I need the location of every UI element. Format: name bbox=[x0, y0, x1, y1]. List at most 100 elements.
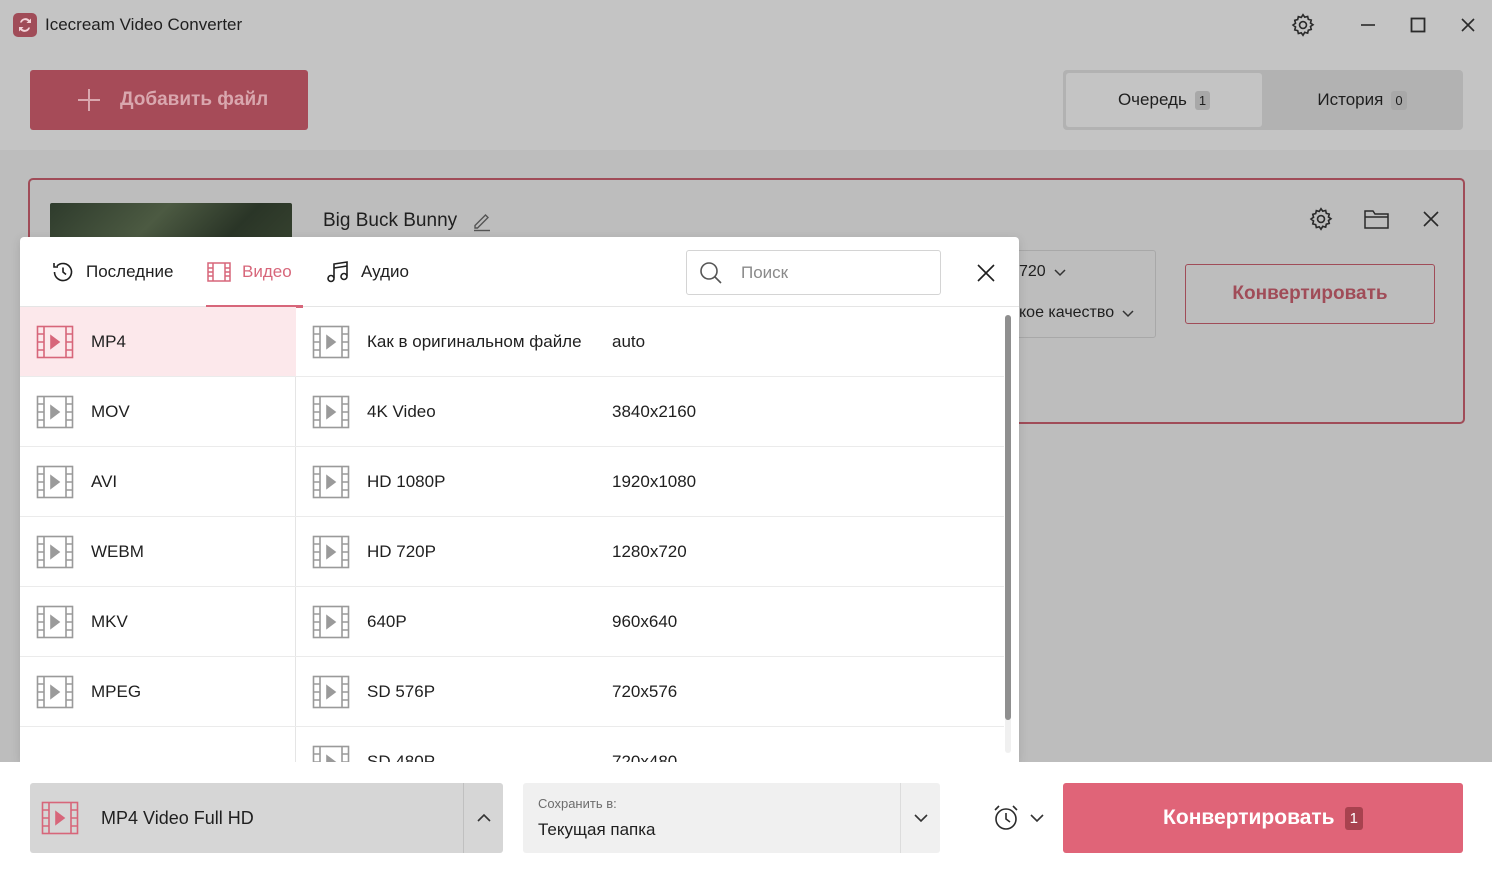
video-file-icon bbox=[36, 605, 74, 638]
plus-icon bbox=[78, 89, 100, 111]
format-item-mpeg[interactable]: MPEG bbox=[20, 657, 296, 727]
title-bar: Icecream Video Converter bbox=[0, 0, 1492, 50]
format-label: MP4 bbox=[91, 331, 126, 351]
preset-item[interactable]: SD 576P 720x576 bbox=[296, 657, 1004, 727]
film-icon bbox=[207, 262, 231, 282]
alarm-clock-icon bbox=[994, 805, 1018, 830]
preset-name: Как в оригинальном файле bbox=[367, 331, 582, 351]
tab-video-label: Видео bbox=[242, 262, 292, 281]
format-item-mp4[interactable]: MP4 bbox=[20, 307, 296, 377]
header-bar: Добавить файл Очередь 1 История 0 bbox=[0, 50, 1492, 150]
tab-audio-label: Аудио bbox=[361, 262, 409, 281]
tab-queue[interactable]: Очередь 1 bbox=[1066, 73, 1262, 127]
remove-file-icon[interactable] bbox=[1416, 204, 1446, 234]
scrollbar-thumb[interactable] bbox=[1005, 315, 1011, 720]
preset-name: HD 720P bbox=[367, 541, 436, 561]
tab-history-label: История bbox=[1317, 90, 1384, 109]
open-folder-icon[interactable] bbox=[1362, 204, 1392, 234]
add-file-button[interactable]: Добавить файл bbox=[30, 70, 308, 130]
preset-resolution: 720x576 bbox=[612, 681, 678, 701]
preset-name: 4K Video bbox=[367, 401, 436, 421]
video-file-icon bbox=[36, 465, 74, 498]
edit-pencil-icon[interactable] bbox=[471, 210, 493, 232]
preset-item[interactable]: 640P 960x640 bbox=[296, 587, 1004, 657]
chevron-down-icon bbox=[1030, 814, 1044, 823]
preset-resolution: auto bbox=[612, 331, 646, 351]
video-file-icon bbox=[36, 675, 74, 708]
format-item-avi[interactable]: AVI bbox=[20, 447, 296, 517]
format-item-mov[interactable]: MOV bbox=[20, 377, 296, 447]
format-label: MOV bbox=[91, 401, 130, 421]
tab-queue-count: 1 bbox=[1194, 90, 1211, 110]
chevron-down-icon[interactable] bbox=[900, 783, 940, 853]
preset-resolution: 1280x720 bbox=[612, 541, 687, 561]
format-picker-popup: Последние Видео Аудио MP4 MOV AVI bbox=[20, 237, 1019, 762]
app-logo-icon bbox=[13, 13, 37, 37]
format-label: MKV bbox=[91, 611, 128, 631]
format-label: WEBM bbox=[91, 541, 144, 561]
preset-name: 640P bbox=[367, 611, 407, 631]
preset-name: SD 480P bbox=[367, 751, 436, 763]
video-file-icon bbox=[36, 325, 74, 358]
tab-recent[interactable]: Последние bbox=[50, 237, 173, 307]
file-convert-button[interactable]: Конвертировать bbox=[1185, 264, 1435, 324]
minimize-icon[interactable] bbox=[1353, 10, 1383, 40]
popup-header: Последние Видео Аудио bbox=[20, 237, 1019, 308]
video-file-icon bbox=[36, 535, 74, 568]
quality-select[interactable]: кое качество bbox=[1019, 304, 1136, 322]
chevron-down-icon bbox=[1122, 310, 1134, 318]
video-file-icon bbox=[312, 675, 350, 708]
format-label: MPEG bbox=[91, 681, 142, 701]
chevron-up-icon[interactable] bbox=[463, 783, 503, 853]
file-settings-gear-icon[interactable] bbox=[1306, 204, 1336, 234]
settings-gear-icon[interactable] bbox=[1288, 10, 1318, 40]
preset-resolution: 1920x1080 bbox=[612, 471, 697, 491]
convert-count-badge: 1 bbox=[1344, 806, 1363, 830]
convert-all-label: Конвертировать bbox=[1163, 806, 1335, 829]
preset-item[interactable]: SD 480P 720x480 bbox=[296, 727, 1004, 762]
tab-queue-label: Очередь bbox=[1117, 90, 1187, 109]
schedule-timer-button[interactable] bbox=[990, 802, 1046, 834]
music-note-icon bbox=[327, 261, 348, 283]
format-item-mkv[interactable]: MKV bbox=[20, 587, 296, 657]
convert-all-button[interactable]: Конвертировать 1 bbox=[1063, 783, 1463, 853]
preset-name: SD 576P bbox=[367, 681, 436, 701]
resolution-select[interactable]: 720 bbox=[1019, 263, 1068, 281]
resolution-value: 720 bbox=[1019, 263, 1046, 280]
video-file-icon bbox=[312, 465, 350, 498]
app-title: Icecream Video Converter bbox=[45, 15, 243, 34]
preset-item[interactable]: 4K Video 3840x2160 bbox=[296, 377, 1004, 447]
close-window-icon[interactable] bbox=[1453, 10, 1483, 40]
bottom-bar: MP4 Video Full HD Сохранить в: Текущая п… bbox=[0, 762, 1492, 872]
tab-history[interactable]: История 0 bbox=[1264, 73, 1460, 127]
video-file-icon bbox=[36, 395, 74, 428]
chevron-down-icon bbox=[1054, 269, 1066, 277]
add-file-label: Добавить файл bbox=[120, 89, 269, 110]
video-file-icon bbox=[41, 801, 79, 835]
preset-name: HD 1080P bbox=[367, 471, 446, 491]
save-location-caption: Сохранить в: bbox=[538, 796, 617, 811]
preset-scrollbar[interactable] bbox=[1005, 315, 1011, 753]
preset-resolution: 3840x2160 bbox=[612, 401, 697, 421]
queue-history-tabs: Очередь 1 История 0 bbox=[1063, 70, 1463, 130]
output-preset-label: MP4 Video Full HD bbox=[101, 807, 254, 828]
maximize-icon[interactable] bbox=[1403, 10, 1433, 40]
preset-item[interactable]: Как в оригинальном файле auto bbox=[296, 307, 1004, 377]
save-location-value: Текущая папка bbox=[538, 820, 656, 839]
preset-item[interactable]: HD 1080P 1920x1080 bbox=[296, 447, 1004, 517]
tab-recent-label: Последние bbox=[86, 262, 174, 281]
file-name: Big Buck Bunny bbox=[323, 210, 493, 232]
preset-resolution: 960x640 bbox=[612, 611, 678, 631]
tab-video[interactable]: Видео bbox=[206, 237, 303, 308]
search-input[interactable] bbox=[741, 262, 911, 283]
search-box[interactable] bbox=[686, 250, 941, 295]
preset-resolution: 720x480 bbox=[612, 751, 678, 763]
format-item-webm[interactable]: WEBM bbox=[20, 517, 296, 587]
output-preset-select[interactable]: MP4 Video Full HD bbox=[30, 783, 503, 853]
preset-list: Как в оригинальном файле auto 4K Video 3… bbox=[296, 307, 1004, 762]
preset-item[interactable]: HD 720P 1280x720 bbox=[296, 517, 1004, 587]
conversion-settings-box[interactable]: 720 кое качество bbox=[1015, 250, 1156, 338]
tab-audio[interactable]: Аудио bbox=[325, 237, 409, 307]
close-popup-icon[interactable] bbox=[970, 257, 1002, 289]
save-location-select[interactable]: Сохранить в: Текущая папка bbox=[523, 783, 940, 853]
